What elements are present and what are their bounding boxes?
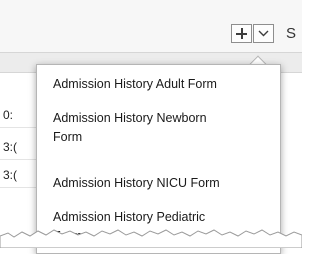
grid-cell[interactable]: 3:(	[0, 134, 40, 160]
grid-cell[interactable]: 3:(	[0, 162, 40, 188]
torn-edge	[0, 229, 302, 248]
chevron-down-icon	[258, 30, 269, 37]
toolbar-truncated-label: S	[286, 25, 297, 42]
menu-item-nicu-form[interactable]: Admission History NICU Form	[53, 174, 273, 193]
menu-item-adult-form[interactable]: Admission History Adult Form	[53, 75, 273, 94]
grid-cell[interactable]: 0:	[0, 102, 40, 128]
toolbar: S	[0, 0, 302, 52]
expand-dropdown-button[interactable]	[253, 24, 274, 43]
add-button[interactable]	[231, 24, 252, 43]
menu-item-newborn-form[interactable]: Admission History Newborn Form	[53, 109, 223, 147]
